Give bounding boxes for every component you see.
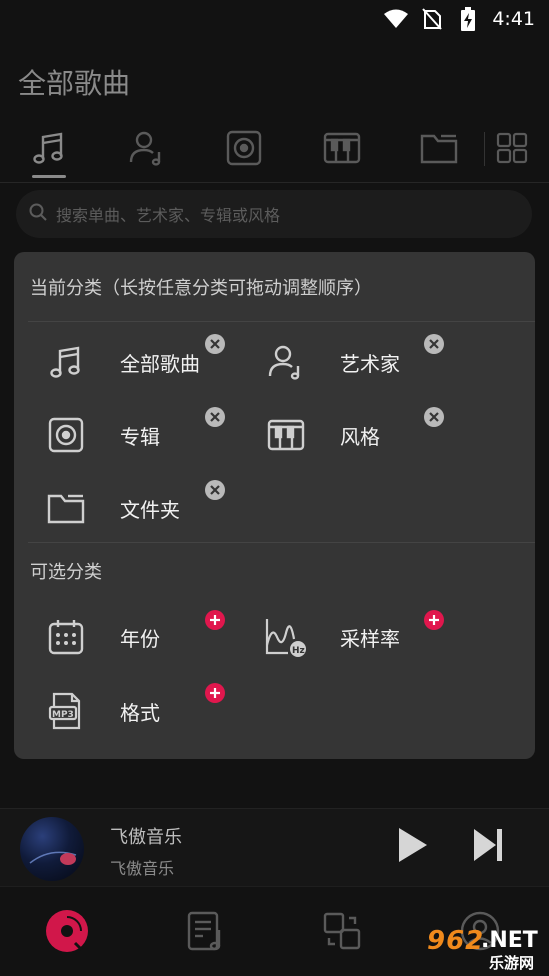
piano-icon — [322, 128, 362, 172]
optional-categories-header: 可选分类 — [30, 562, 102, 583]
category-item-format[interactable]: MP3 格式 — [42, 683, 160, 739]
category-item-folders[interactable]: 文件夹 — [42, 480, 180, 536]
tab-albums[interactable] — [214, 122, 274, 178]
category-label: 格式 — [120, 700, 160, 725]
site-watermark: 962 .NET 乐游网 — [413, 926, 545, 972]
grid-icon — [496, 132, 528, 168]
divider — [28, 542, 535, 543]
category-label: 专辑 — [120, 424, 160, 449]
piano-icon — [262, 411, 310, 459]
divider — [28, 321, 535, 322]
skip-next-icon — [471, 827, 505, 867]
hz-wave-icon: Hz — [262, 613, 310, 661]
category-tabs — [0, 122, 549, 182]
music-note-icon — [29, 128, 69, 172]
search-placeholder: 搜索单曲、艺术家、专辑或风格 — [56, 206, 281, 225]
search-input[interactable]: 搜索单曲、艺术家、专辑或风格 — [16, 190, 532, 238]
category-label: 文件夹 — [120, 497, 180, 522]
status-time: 4:41 — [492, 8, 535, 30]
play-icon — [395, 826, 429, 868]
watermark-suffix: .NET — [481, 928, 538, 953]
add-category-button[interactable] — [424, 610, 444, 630]
category-label: 风格 — [340, 424, 380, 449]
music-note-icon — [42, 338, 90, 386]
divider — [0, 182, 549, 183]
next-button[interactable] — [468, 827, 508, 867]
no-sim-icon — [420, 7, 444, 31]
tab-folders[interactable] — [409, 122, 469, 178]
category-edit-panel: 当前分类（长按任意分类可拖动调整顺序） 全部歌曲 艺术家 专辑 风格 文件夹 可… — [14, 252, 535, 759]
battery-charging-icon — [456, 7, 480, 31]
watermark-cn: 乐游网 — [489, 954, 535, 972]
album-icon — [42, 411, 90, 459]
folder-icon — [419, 128, 459, 172]
category-label: 全部歌曲 — [120, 351, 200, 376]
artist-icon — [262, 338, 310, 386]
add-category-button[interactable] — [205, 610, 225, 630]
tab-genres[interactable] — [312, 122, 372, 178]
mp3-file-icon: MP3 — [42, 687, 90, 735]
category-item-all-songs[interactable]: 全部歌曲 — [42, 334, 200, 390]
category-item-artists[interactable]: 艺术家 — [262, 334, 400, 390]
remove-category-button[interactable] — [205, 407, 225, 427]
wifi-icon — [384, 7, 409, 31]
artist-icon — [127, 128, 167, 172]
nav-music[interactable] — [41, 907, 93, 959]
add-category-button[interactable] — [205, 683, 225, 703]
vinyl-icon — [44, 908, 90, 958]
remove-category-button[interactable] — [424, 407, 444, 427]
song-artist: 飞傲音乐 — [110, 859, 175, 878]
current-categories-header: 当前分类（长按任意分类可拖动调整顺序） — [30, 278, 372, 299]
song-title: 飞傲音乐 — [110, 827, 182, 848]
category-label: 采样率 — [340, 626, 400, 651]
category-item-sample-rate[interactable]: Hz 采样率 — [262, 609, 400, 665]
remove-category-button[interactable] — [205, 480, 225, 500]
sync-icon — [321, 910, 363, 956]
album-cover[interactable] — [20, 817, 84, 881]
category-label: 年份 — [120, 626, 160, 651]
nav-playlist[interactable] — [180, 907, 232, 959]
category-item-genres[interactable]: 风格 — [262, 407, 380, 463]
svg-text:MP3: MP3 — [52, 710, 74, 720]
category-item-year[interactable]: 年份 — [42, 609, 160, 665]
calendar-icon — [42, 613, 90, 661]
tab-separator — [484, 132, 485, 166]
tab-songs[interactable] — [19, 122, 79, 178]
status-bar: 4:41 — [0, 0, 549, 38]
tab-more[interactable] — [482, 122, 542, 178]
category-label: 艺术家 — [340, 351, 400, 376]
category-item-albums[interactable]: 专辑 — [42, 407, 160, 463]
mini-player[interactable]: 飞傲音乐 飞傲音乐 — [0, 808, 549, 886]
play-button[interactable] — [392, 827, 432, 867]
search-icon — [28, 202, 48, 226]
active-tab-indicator — [32, 175, 66, 178]
nav-sync[interactable] — [316, 907, 368, 959]
page-title: 全部歌曲 — [18, 67, 131, 100]
watermark-number: 962 — [427, 926, 485, 956]
album-icon — [224, 128, 264, 172]
tab-artists[interactable] — [117, 122, 177, 178]
folder-icon — [42, 484, 90, 532]
playlist-icon — [185, 910, 227, 956]
svg-text:Hz: Hz — [292, 646, 305, 656]
remove-category-button[interactable] — [205, 334, 225, 354]
remove-category-button[interactable] — [424, 334, 444, 354]
